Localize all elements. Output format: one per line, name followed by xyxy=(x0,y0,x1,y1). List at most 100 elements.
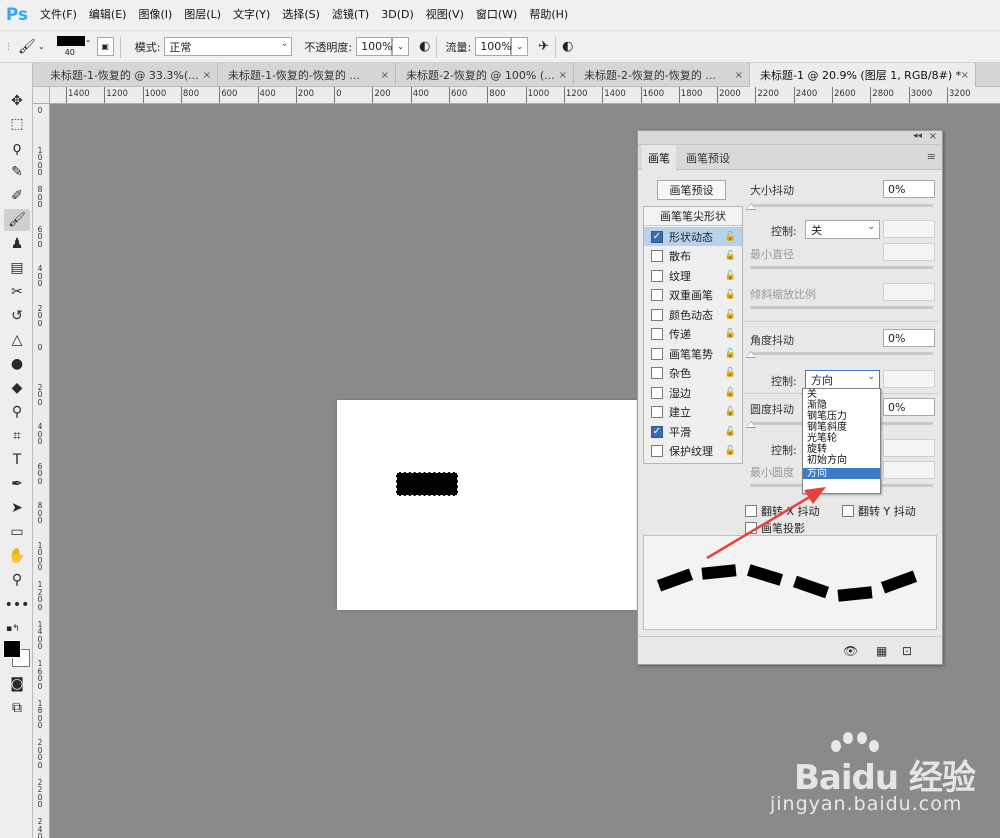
panel-title-bar[interactable]: ◂◂ × xyxy=(638,131,942,145)
menu-edit[interactable]: 编辑(E) xyxy=(83,0,133,30)
default-colors-icon[interactable]: ▪↰ xyxy=(6,624,20,634)
eyedropper2-icon[interactable]: ⚲ xyxy=(4,401,30,423)
size-control-select[interactable]: 关 ⌄ xyxy=(805,220,880,239)
close-icon[interactable]: × xyxy=(203,70,211,81)
dropdown-option-rotation[interactable]: 旋转 xyxy=(803,444,880,455)
document-tab-active[interactable]: 未标题-1 @ 20.9% (图层 1, RGB/8#) * × xyxy=(750,63,976,87)
hand-icon[interactable]: ✋ xyxy=(4,545,30,567)
checkbox[interactable] xyxy=(842,505,854,517)
list-item-brush-pose[interactable]: 画笔笔势 🔓 xyxy=(644,344,742,363)
min-diameter-slider[interactable] xyxy=(750,266,933,269)
panel-menu-icon[interactable]: ≡ xyxy=(927,150,936,163)
roundness-jitter-input[interactable]: 0% xyxy=(883,398,935,416)
flip-x-checkbox[interactable]: 翻转 X 抖动 xyxy=(745,503,820,519)
list-item-dual-brush[interactable]: 双重画笔 🔓 xyxy=(644,285,742,304)
dropdown-option-off[interactable]: 关 xyxy=(803,389,880,400)
healing-icon[interactable]: ✂ xyxy=(4,281,30,303)
brush-panel-toggle-icon[interactable]: ▣ xyxy=(96,37,114,56)
menu-type[interactable]: 文字(Y) xyxy=(227,0,276,30)
checkbox[interactable] xyxy=(651,327,663,340)
close-icon[interactable]: × xyxy=(735,70,743,81)
pen-icon[interactable]: ✒ xyxy=(4,473,30,495)
checkbox[interactable] xyxy=(651,308,663,321)
lock-icon[interactable]: 🔓 xyxy=(725,232,736,242)
rectangle-icon[interactable]: ▭ xyxy=(4,521,30,543)
angle-jitter-input[interactable]: 0% xyxy=(883,329,935,347)
dropdown-option-initial-direction[interactable]: 初始方向 xyxy=(803,455,880,466)
size-jitter-input[interactable]: 0% xyxy=(883,180,935,198)
checkbox-checked[interactable]: ✓ xyxy=(651,230,663,243)
menu-file[interactable]: 文件(F) xyxy=(34,0,83,30)
flip-y-checkbox[interactable]: 翻转 Y 抖动 xyxy=(842,503,916,519)
list-item-texture[interactable]: 纹理 🔓 xyxy=(644,266,742,285)
tab-brush-presets[interactable]: 画笔预设 xyxy=(680,145,736,170)
opacity-input[interactable]: 100% xyxy=(356,37,393,56)
slider-knob[interactable] xyxy=(746,351,756,358)
menu-3d[interactable]: 3D(D) xyxy=(375,0,420,30)
tilt-scale-slider[interactable] xyxy=(750,306,933,309)
brush-tip-shape-item[interactable]: 画笔笔尖形状 xyxy=(644,207,742,226)
lasso-icon[interactable]: ϙ xyxy=(4,137,30,159)
list-item-scattering[interactable]: 散布 🔓 xyxy=(644,246,742,265)
checkbox[interactable] xyxy=(745,522,757,534)
lock-icon[interactable]: 🔓 xyxy=(725,310,736,320)
checkbox[interactable] xyxy=(651,249,663,262)
foreground-color-swatch[interactable] xyxy=(3,640,21,658)
dropdown-option-stylus-wheel[interactable]: 光笔轮 xyxy=(803,433,880,444)
min-roundness-input[interactable] xyxy=(883,461,935,479)
menu-filter[interactable]: 滤镜(T) xyxy=(326,0,375,30)
new-brush-icon[interactable]: ⊡ xyxy=(902,644,912,658)
fade-steps-input[interactable] xyxy=(883,220,935,238)
opacity-dropdown-icon[interactable]: ⌄ xyxy=(392,37,410,56)
eyedropper-icon[interactable]: ✐ xyxy=(4,185,30,207)
zoom-icon[interactable]: ⚲ xyxy=(4,569,30,591)
dropdown-option-direction[interactable]: 方向 xyxy=(803,468,880,479)
brush-icon[interactable]: 🖌 xyxy=(4,209,30,231)
close-icon[interactable]: × xyxy=(381,70,389,81)
list-item-shape-dynamics[interactable]: ✓ 形状动态 🔓 xyxy=(644,227,742,246)
chevron-down-icon[interactable]: ⌄ xyxy=(38,42,45,51)
blur-icon[interactable]: △ xyxy=(4,329,30,351)
quick-mask-icon[interactable]: ◙ xyxy=(4,673,30,695)
list-item-noise[interactable]: 杂色 🔓 xyxy=(644,363,742,382)
tab-brush[interactable]: 画笔 xyxy=(642,145,676,170)
dropdown-option-pen-tilt[interactable]: 钢笔斜度 xyxy=(803,422,880,433)
flow-dropdown-icon[interactable]: ⌄ xyxy=(511,37,529,56)
close-icon[interactable]: × xyxy=(929,131,937,142)
lock-icon[interactable]: 🔓 xyxy=(725,329,736,339)
lock-icon[interactable]: 🔓 xyxy=(725,446,736,456)
menu-window[interactable]: 窗口(W) xyxy=(470,0,523,30)
crop-icon[interactable]: ⌗ xyxy=(4,425,30,447)
list-item-build-up[interactable]: 建立 🔓 xyxy=(644,402,742,421)
checkbox[interactable] xyxy=(651,269,663,282)
more-icon[interactable]: ••• xyxy=(4,594,30,616)
dropdown-option-pen-pressure[interactable]: 钢笔压力 xyxy=(803,411,880,422)
pressure-opacity-icon[interactable]: ◐ xyxy=(419,39,430,54)
menu-select[interactable]: 选择(S) xyxy=(276,0,326,30)
lock-icon[interactable]: 🔓 xyxy=(725,388,736,398)
brush-stroke-selection[interactable] xyxy=(396,472,458,496)
list-item-protect-texture[interactable]: 保护纹理 🔓 xyxy=(644,441,742,460)
angle-control-select[interactable]: 方向 ⌄ xyxy=(805,370,880,389)
text-icon[interactable]: T xyxy=(4,449,30,471)
list-item-smoothing[interactable]: ✓ 平滑 🔓 xyxy=(644,422,742,441)
gradient-icon[interactable]: ▤ xyxy=(4,257,30,279)
angle-fade-input[interactable] xyxy=(883,370,935,388)
angle-jitter-slider[interactable] xyxy=(750,352,933,355)
brush-tool-preset-icon[interactable]: 🖌 xyxy=(18,39,38,55)
menu-help[interactable]: 帮助(H) xyxy=(523,0,574,30)
toggle-live-tip-icon[interactable]: 👁 xyxy=(843,644,858,658)
history-brush-icon[interactable]: ↺ xyxy=(4,305,30,327)
checkbox[interactable] xyxy=(745,505,757,517)
mode-select[interactable]: 正常 ⌄ xyxy=(164,37,293,56)
brush-size-picker[interactable]: 40 ⌄ xyxy=(55,33,93,61)
slider-knob[interactable] xyxy=(746,203,756,210)
document-tab[interactable]: 未标题-2-恢复的-恢复的 ... × xyxy=(574,63,750,87)
lock-icon[interactable]: 🔓 xyxy=(725,290,736,300)
brush-presets-button[interactable]: 画笔预设 xyxy=(657,180,726,200)
list-item-color-dynamics[interactable]: 颜色动态 🔓 xyxy=(644,305,742,324)
checkbox[interactable] xyxy=(651,288,663,301)
airbrush-icon[interactable]: ✈ xyxy=(538,39,549,54)
list-item-transfer[interactable]: 传递 🔓 xyxy=(644,324,742,343)
size-jitter-slider[interactable] xyxy=(750,204,933,207)
